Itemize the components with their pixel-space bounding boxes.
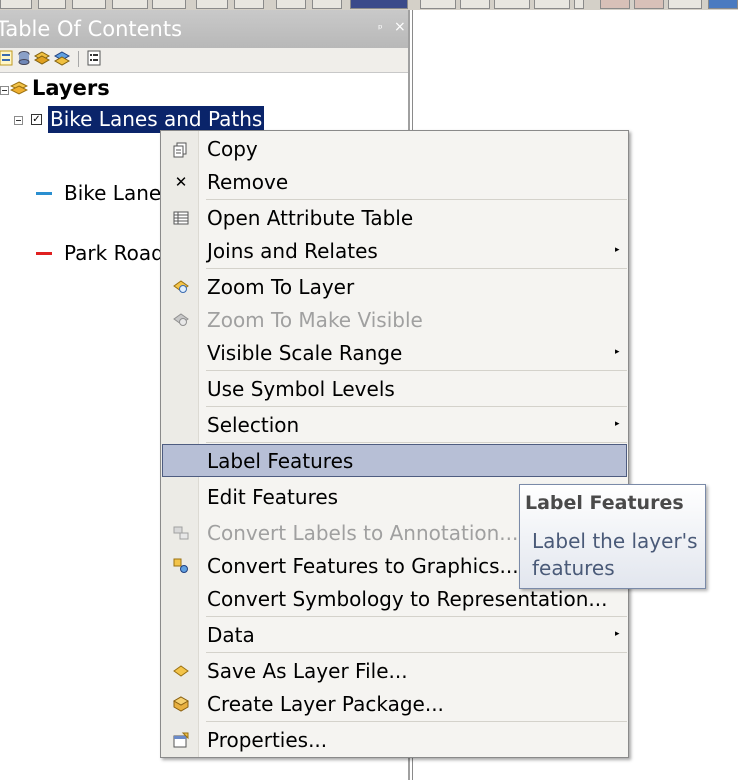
- zoom-in-icon[interactable]: [600, 0, 630, 9]
- globe-icon[interactable]: [708, 0, 738, 9]
- toolbar-button[interactable]: [312, 0, 342, 9]
- layer-file-icon: [173, 665, 189, 677]
- menu-item-zoom-to-layer[interactable]: Zoom To Layer: [161, 275, 628, 301]
- toolbar-color-button[interactable]: [350, 0, 408, 9]
- menu-item-label: Data: [207, 623, 255, 647]
- menu-item-save-as-layer-file[interactable]: Save As Layer File...: [161, 659, 628, 685]
- menu-item-data[interactable]: Data ▸: [161, 623, 628, 649]
- toolbar-button[interactable]: [420, 0, 456, 9]
- menu-item-label: Convert Features to Graphics...: [207, 554, 519, 578]
- menu-separator: [206, 616, 627, 617]
- properties-icon: [173, 732, 189, 748]
- layer-visibility-checkbox[interactable]: ✓: [31, 114, 42, 125]
- toolbar-button[interactable]: [494, 0, 530, 9]
- submenu-arrow-icon: ▸: [615, 629, 620, 639]
- toolbar-button[interactable]: [234, 0, 264, 9]
- toolbar-button[interactable]: [460, 0, 490, 9]
- panel-title-bar: Table Of Contents: [0, 10, 408, 48]
- menu-item-label: Zoom To Layer: [207, 275, 355, 299]
- menu-item-label: Remove: [207, 170, 289, 194]
- menu-item-joins-and-relates[interactable]: Joins and Relates ▸: [161, 239, 628, 265]
- close-icon[interactable]: ×: [394, 19, 406, 35]
- menu-item-label: Use Symbol Levels: [207, 377, 395, 401]
- menu-item-label: Convert Symbology to Representation...: [207, 587, 608, 611]
- toolbar-separator: [78, 51, 79, 67]
- menu-separator: [206, 442, 627, 443]
- menu-item-selection[interactable]: Selection ▸: [161, 413, 628, 439]
- list-by-selection-icon[interactable]: [54, 50, 70, 66]
- menu-item-label: Label Features: [207, 449, 354, 473]
- toc-toolbar: [0, 48, 408, 73]
- list-by-source-icon[interactable]: [16, 50, 32, 66]
- toolbar-overflow-button[interactable]: [574, 0, 584, 9]
- bike-lanes-symbol[interactable]: [36, 192, 52, 195]
- toolbar-button[interactable]: [276, 0, 306, 9]
- options-icon[interactable]: [86, 50, 102, 66]
- layer-name-selected[interactable]: Bike Lanes and Paths: [48, 106, 265, 133]
- menu-item-visible-scale-range[interactable]: Visible Scale Range ▸: [161, 341, 628, 367]
- zoom-to-layer-icon: [173, 280, 189, 293]
- submenu-arrow-icon: ▸: [615, 245, 620, 255]
- menu-item-use-symbol-levels[interactable]: Use Symbol Levels: [161, 377, 628, 403]
- layer-package-icon: [173, 696, 189, 712]
- menu-item-label: Open Attribute Table: [207, 206, 414, 230]
- menu-item-label: Properties...: [207, 728, 328, 752]
- menu-item-properties[interactable]: Properties...: [161, 728, 628, 754]
- menu-item-label: Create Layer Package...: [207, 692, 444, 716]
- menu-item-label: Zoom To Make Visible: [207, 308, 423, 332]
- menu-item-convert-symbology-to-representation[interactable]: Convert Symbology to Representation...: [161, 587, 628, 613]
- select-tool-icon[interactable]: [668, 0, 702, 9]
- toolbar-button[interactable]: [196, 0, 228, 9]
- menu-item-remove[interactable]: ✕ Remove: [161, 170, 628, 196]
- layers-icon: [10, 81, 28, 95]
- zoom-out-icon[interactable]: [634, 0, 664, 9]
- menu-item-label-features[interactable]: Label Features: [161, 449, 628, 475]
- menu-separator: [206, 199, 627, 200]
- zoom-visible-icon: [173, 313, 189, 326]
- menu-separator: [206, 268, 627, 269]
- menu-item-label: Selection: [207, 413, 300, 437]
- menu-item-label: Joins and Relates: [207, 239, 378, 263]
- legend-label-bike-lanes[interactable]: Bike Lanes: [64, 181, 172, 205]
- panel-title: Table Of Contents: [0, 17, 183, 41]
- park-roads-symbol[interactable]: [36, 252, 52, 255]
- menu-item-open-attribute-table[interactable]: Open Attribute Table: [161, 206, 628, 232]
- remove-icon: ✕: [174, 173, 188, 191]
- tooltip-title: Label Features: [525, 492, 684, 514]
- menu-item-zoom-to-make-visible[interactable]: Zoom To Make Visible: [161, 308, 628, 334]
- list-by-visibility-icon[interactable]: [34, 50, 50, 66]
- menu-item-label: Edit Features: [207, 485, 339, 509]
- list-by-drawing-order-icon[interactable]: [0, 50, 16, 66]
- layers-root-label[interactable]: Layers: [32, 76, 110, 100]
- table-icon: [173, 211, 189, 225]
- layers-collapse-toggle[interactable]: [0, 86, 9, 95]
- menu-item-label: Convert Labels to Annotation...: [207, 521, 519, 545]
- menu-separator: [206, 721, 627, 722]
- pin-icon[interactable]: ᵖ: [378, 22, 383, 35]
- layer-collapse-toggle[interactable]: [14, 116, 23, 125]
- legend-label-park-roads[interactable]: Park Roads: [64, 241, 174, 265]
- menu-separator: [206, 406, 627, 407]
- menu-item-label: Save As Layer File...: [207, 659, 408, 683]
- menu-item-label: Copy: [207, 137, 258, 161]
- menu-separator: [206, 370, 627, 371]
- submenu-arrow-icon: ▸: [615, 347, 620, 357]
- convert-labels-icon: [173, 526, 189, 540]
- tooltip-body: Label the layer's features: [532, 529, 698, 580]
- menu-item-copy[interactable]: Copy: [161, 137, 628, 163]
- menu-item-label: Visible Scale Range: [207, 341, 403, 365]
- copy-icon: [173, 142, 187, 158]
- menu-separator: [206, 652, 627, 653]
- toolbar-button[interactable]: [534, 0, 570, 9]
- menu-item-create-layer-package[interactable]: Create Layer Package...: [161, 692, 628, 718]
- submenu-arrow-icon: ▸: [615, 419, 620, 429]
- convert-graphics-icon: [173, 558, 188, 573]
